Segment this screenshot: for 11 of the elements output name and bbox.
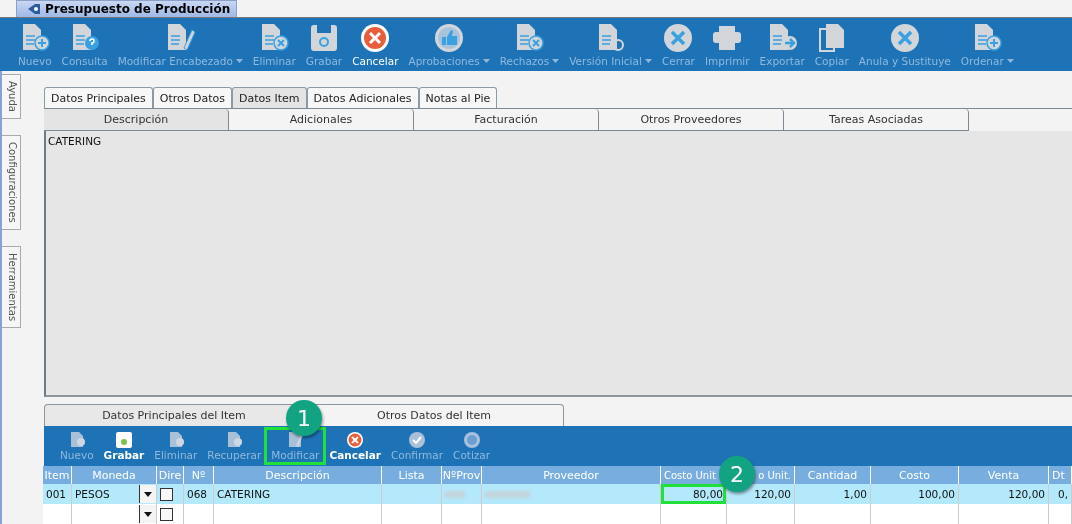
cell-text: 120,00 — [1008, 488, 1045, 500]
cell-text: 100,00 — [918, 488, 955, 500]
cell-text: 120,00 — [754, 488, 791, 500]
cell-text: CATERING — [217, 488, 271, 500]
cell-text: 001 — [46, 488, 67, 500]
window-title-text: Presupuesto de Producción — [45, 2, 231, 16]
cell-text: 0, — [1057, 488, 1068, 500]
cell-text: PESOS — [75, 488, 110, 500]
cell-text: 068 — [187, 488, 208, 500]
cell-text: 1,00 — [843, 488, 867, 500]
description-text: CATERING — [48, 135, 103, 147]
